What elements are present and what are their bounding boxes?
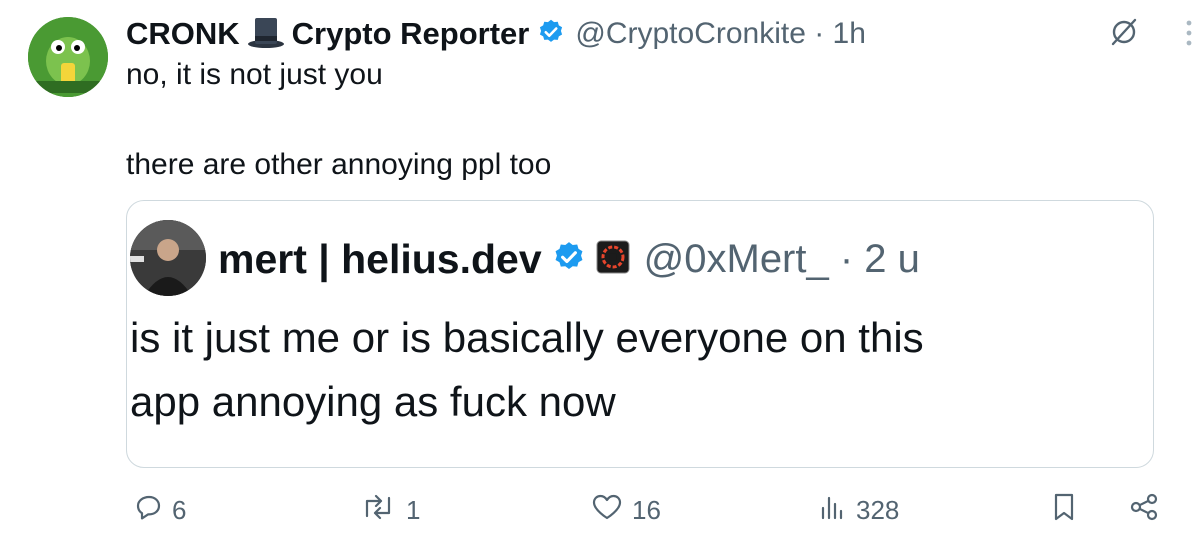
verified-badge-icon xyxy=(552,240,586,279)
tweet-text-line-1: no, it is not just you xyxy=(126,58,383,91)
repost-count: 1 xyxy=(406,494,421,525)
repost-icon xyxy=(358,492,398,529)
verified-badge-icon xyxy=(537,18,565,51)
reply-button[interactable]: 6 xyxy=(134,495,186,525)
bookmark-button[interactable] xyxy=(1050,493,1078,525)
author-name[interactable]: CRONK xyxy=(126,16,240,52)
share-icon xyxy=(1128,492,1160,529)
tweet-header: CRONK Crypto Reporter @CryptoCronkite · … xyxy=(126,14,866,54)
share-button[interactable] xyxy=(1128,493,1160,525)
views-count: 328 xyxy=(856,494,900,525)
quoted-tweet-header: mert | helius.dev @0xMert_ · 2 u xyxy=(218,236,920,282)
author-name-title[interactable]: Crypto Reporter xyxy=(292,16,530,52)
views-icon xyxy=(818,492,848,529)
quoted-author-name[interactable]: mert | helius.dev xyxy=(218,236,542,283)
quoted-tweet-text-line-2: app annoying as fuck now xyxy=(130,378,616,425)
reply-icon xyxy=(134,492,164,529)
bookmark-icon xyxy=(1050,491,1078,530)
reply-count: 6 xyxy=(172,494,187,525)
tweet-text-line-2: there are other annoying ppl too xyxy=(126,148,552,181)
like-icon xyxy=(590,492,624,529)
quoted-author-avatar[interactable] xyxy=(130,220,206,296)
affiliation-badge-icon xyxy=(596,240,630,279)
views-button[interactable]: 328 xyxy=(818,495,899,525)
top-hat-icon xyxy=(246,14,286,55)
more-icon[interactable] xyxy=(1183,18,1195,53)
author-avatar[interactable] xyxy=(28,17,108,97)
grok-icon[interactable] xyxy=(1108,16,1140,53)
like-button[interactable]: 16 xyxy=(590,494,661,525)
quoted-tweet-text-line-1: is it just me or is basically everyone o… xyxy=(130,314,924,361)
author-handle-time[interactable]: @CryptoCronkite · 1h xyxy=(575,17,866,51)
like-count: 16 xyxy=(632,494,661,525)
quoted-author-handle-time[interactable]: @0xMert_ · 2 u xyxy=(644,237,920,282)
repost-button[interactable]: 1 xyxy=(358,494,421,525)
